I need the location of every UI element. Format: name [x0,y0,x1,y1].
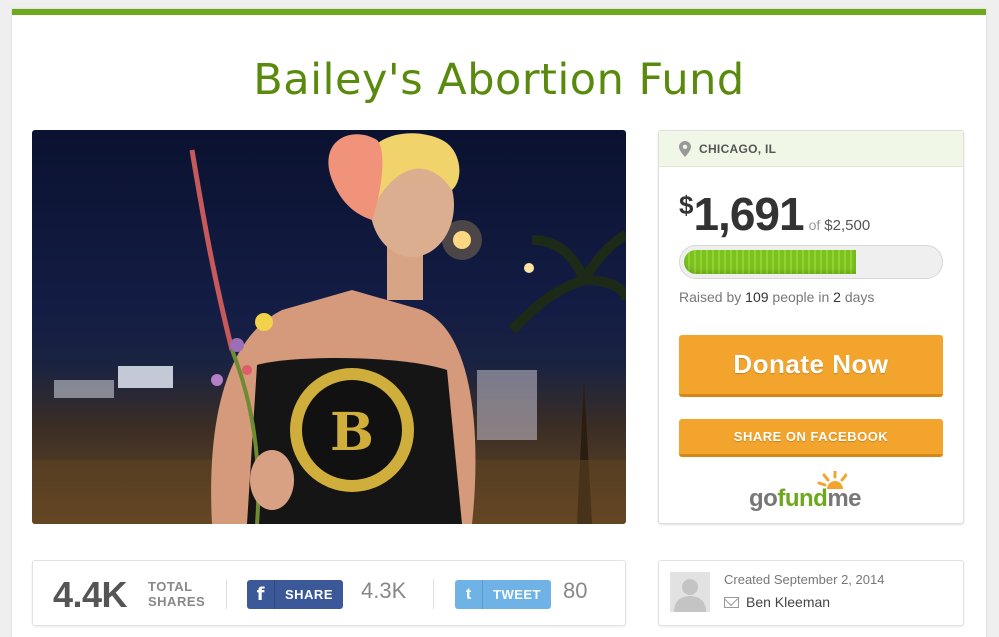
people-count: 109 [745,289,769,305]
days-label: days [844,289,875,305]
location-text: CHICAGO, IL [699,141,777,156]
goal-amount: $2,500 [824,217,871,234]
donation-panel: CHICAGO, IL $ 1,691 of $2,500 Raised by … [658,130,964,524]
raised-summary: Raised by 109 people in 2 days [679,289,874,305]
facebook-share-button[interactable]: f SHARE [247,580,343,609]
of-label: of [808,217,821,233]
currency-symbol: $ [679,190,694,220]
twitter-tweet-button[interactable]: t TWEET [455,580,551,609]
photo-illustration: B [32,133,626,524]
twitter-icon: t [455,580,483,609]
share-on-facebook-button[interactable]: SHARE ON FACEBOOK [679,419,943,457]
location-pin-icon [679,140,691,157]
creator-box: Created September 2, 2014 Ben Kleeman [658,560,964,626]
mail-icon[interactable] [724,597,739,608]
amount-row: $ 1,691 of $2,500 [679,187,870,241]
raised-prefix: Raised by [679,289,742,305]
facebook-icon: f [247,580,275,609]
facebook-share-count: 4.3K [361,578,407,603]
campaign-title: Bailey's Abortion Fund [253,55,745,105]
donate-now-button[interactable]: Donate Now [679,335,943,397]
campaign-photo[interactable]: B [32,130,626,524]
divider [226,579,227,609]
campaign-card: Bailey's Abortion Fund B CHICAGO, IL $ 1… [12,9,986,637]
svg-text:B: B [330,402,374,463]
user-silhouette-icon [670,572,710,612]
divider [433,579,434,609]
total-shares-label: TOTAL SHARES [148,579,206,609]
tweet-label: TWEET [493,587,541,602]
raised-amount: 1,691 [693,188,804,240]
avatar[interactable] [670,572,710,612]
created-date: Created September 2, 2014 [724,572,885,587]
progress-bar [679,245,943,279]
total-shares-count: 4.4K [53,574,128,615]
location-bar: CHICAGO, IL [659,131,963,167]
gofundme-wordmark: gofundme [749,485,861,512]
progress-fill [684,250,856,274]
facebook-share-label: SHARE [284,587,333,602]
tweet-count: 80 [563,578,588,603]
gofundme-logo[interactable]: gofundme [749,471,879,515]
share-bar: 4.4K TOTAL SHARES f SHARE 4.3K t TWEET 8… [32,560,626,626]
creator-name[interactable]: Ben Kleeman [746,594,830,610]
days-count: 2 [833,289,841,305]
people-label: people in [772,289,830,305]
